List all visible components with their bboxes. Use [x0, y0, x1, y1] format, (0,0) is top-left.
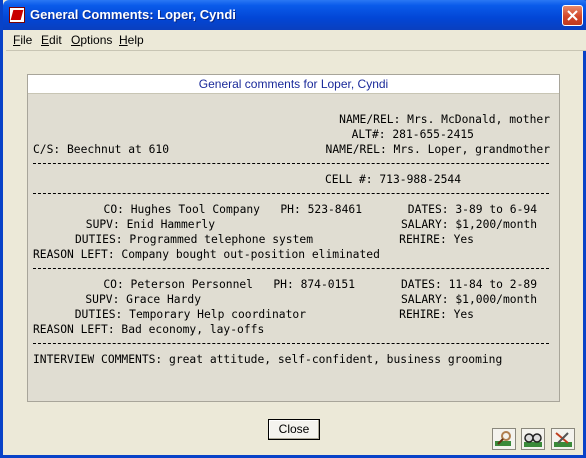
job1-dates: DATES: 3-89 to 6-94: [407, 203, 537, 216]
contact-name-rel-1: NAME/REL: Mrs. McDonald, mother: [339, 113, 550, 126]
menu-bar: File Edit Options Help: [6, 30, 586, 51]
job1-salary: SALARY: $1,200/month: [400, 218, 537, 231]
tools-button[interactable]: [551, 428, 575, 450]
title-bar[interactable]: General Comments: Loper, Cyndi: [3, 0, 586, 30]
tools-icon: [554, 432, 572, 447]
job2-salary: SALARY: $1,000/month: [400, 293, 537, 306]
cross-street: C/S: Beechnut at 610: [33, 143, 170, 156]
menu-options[interactable]: Options: [71, 33, 112, 47]
job1-duties: DUTIES: Programmed telephone system: [74, 233, 313, 246]
contact-name-rel-2: NAME/REL: Mrs. Loper, grandmother: [325, 143, 550, 156]
job1-reason-left: REASON LEFT: Company bought out-position…: [33, 248, 380, 261]
separator: [33, 163, 549, 164]
menu-file[interactable]: File: [13, 33, 32, 47]
binoculars-button[interactable]: [521, 428, 545, 450]
hand-search-button[interactable]: [492, 428, 516, 450]
window-title: General Comments: Loper, Cyndi: [30, 7, 236, 22]
separator: [33, 193, 549, 194]
close-button[interactable]: Close: [268, 419, 320, 440]
close-icon: [567, 10, 578, 21]
app-logo-icon: [9, 7, 25, 23]
hand-search-icon: [495, 431, 511, 446]
separator: [33, 268, 549, 269]
job2-reason-left: REASON LEFT: Bad economy, lay-offs: [33, 323, 265, 336]
window-close-button[interactable]: [562, 5, 583, 26]
alt-phone: ALT#: 281-655-2415: [351, 128, 474, 141]
job2-rehire: REHIRE: Yes: [399, 308, 474, 321]
panel-header: General comments for Loper, Cyndi: [28, 75, 559, 94]
job1-supervisor: SUPV: Enid Hammerly: [85, 218, 215, 231]
job2-supervisor: SUPV: Grace Hardy: [85, 293, 201, 306]
job1-rehire: REHIRE: Yes: [399, 233, 474, 246]
interview-comments: INTERVIEW COMMENTS: great attitude, self…: [33, 353, 503, 366]
menu-help[interactable]: Help: [119, 33, 144, 47]
menu-edit[interactable]: Edit: [41, 33, 62, 47]
job2-company: CO: Peterson Personnel PH: 874-0151: [103, 278, 355, 291]
job2-duties: DUTIES: Temporary Help coordinator: [74, 308, 306, 321]
binoculars-icon: [524, 433, 542, 447]
cell-phone: CELL #: 713-988-2544: [324, 173, 461, 186]
job2-dates: DATES: 11-84 to 2-89: [400, 278, 537, 291]
job1-company: CO: Hughes Tool Company PH: 523-8461: [103, 203, 362, 216]
separator: [33, 343, 549, 344]
